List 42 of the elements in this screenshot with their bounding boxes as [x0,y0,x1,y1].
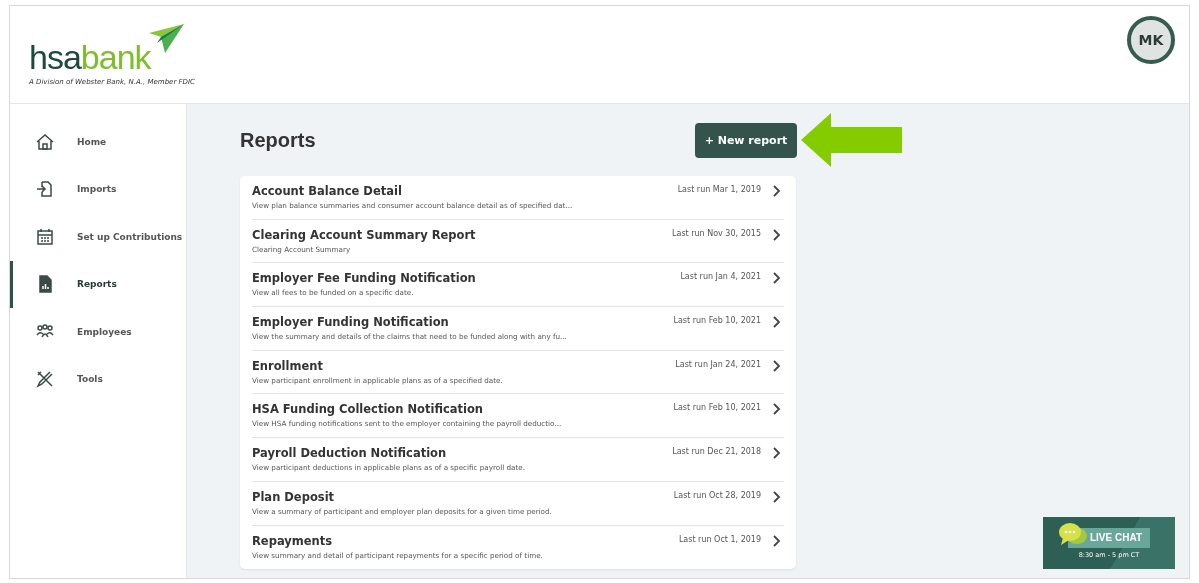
report-title: Enrollment [252,358,324,373]
last-run-date: Last run Feb 10, 2021 [673,316,761,326]
report-title: Plan Deposit [252,489,336,504]
chevron-right-icon [773,272,781,285]
chevron-right-icon [773,359,781,372]
user-avatar[interactable]: MK [1127,16,1175,64]
chevron-right-icon [773,490,781,503]
last-run-date: Last run Oct 28, 2019 [673,490,761,500]
last-run-date: Last run Oct 1, 2019 [678,534,761,544]
report-title: Repayments [252,533,334,548]
sidebar-item[interactable]: Tools [10,355,186,403]
chevron-right-icon [773,316,781,329]
report-title: Account Balance Detail [252,184,403,198]
last-run-date: Last run Feb 10, 2021 [673,403,761,413]
last-run-date: Last run Nov 30, 2015 [672,228,761,238]
callout-arrow-icon [801,113,903,167]
report-title: Employer Fee Funding Notification [252,271,477,286]
chevron-right-icon [773,447,781,460]
sidebar-item[interactable]: Imports [10,165,186,213]
chevron-right-icon [773,403,781,416]
sidebar-item[interactable]: Employees [10,308,186,356]
import-icon [35,179,55,200]
sidebar-item[interactable]: Home [10,118,186,166]
last-run-date: Last run Jan 4, 2021 [680,272,761,282]
tools-icon [35,369,55,390]
chat-bubbles-icon [1057,521,1088,548]
report-title: HSA Funding Collection Notification [252,402,485,417]
chevron-right-icon [773,185,781,197]
chevron-right-icon [773,228,781,241]
sidebar-item[interactable]: Set up Contributions [10,213,186,261]
report-title: Employer Funding Notification [252,315,450,330]
page-title: Reports [240,128,317,152]
last-run-date: Last run Jan 24, 2021 [675,359,761,369]
last-run-date: Last run Mar 1, 2019 [677,185,761,194]
home-icon [35,131,55,152]
report-title: Payroll Deduction Notification [252,446,448,461]
calendar-icon [35,226,55,247]
last-run-date: Last run Dec 21, 2018 [672,447,761,457]
logo-wordmark: hsabank [29,39,151,75]
chevron-right-icon [773,534,781,547]
new-report-button[interactable]: + New report [695,122,797,158]
report-title: Clearing Account Summary Report [252,227,477,242]
